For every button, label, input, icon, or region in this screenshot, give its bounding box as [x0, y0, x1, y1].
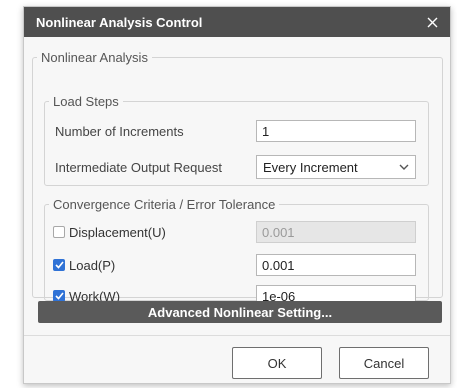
checkmark-icon — [54, 261, 64, 269]
displacement-toggle[interactable]: Displacement(U) — [53, 225, 166, 240]
checkmark-icon — [54, 292, 64, 300]
convergence-legend: Convergence Criteria / Error Tolerance — [53, 197, 276, 212]
close-button[interactable] — [414, 7, 450, 37]
nonlinear-analysis-group: Nonlinear Analysis Load Steps Number of … — [32, 50, 443, 307]
nonlinear-analysis-dialog: Nonlinear Analysis Control Nonlinear Ana… — [23, 6, 451, 384]
load-steps-group: Load Steps Number of Increments 1 Interm… — [44, 94, 429, 186]
output-request-value: Every Increment — [263, 159, 358, 175]
displacement-label: Displacement(U) — [69, 224, 166, 240]
advanced-nonlinear-setting-button[interactable]: Advanced Nonlinear Setting... — [38, 301, 442, 323]
increments-row: Number of Increments 1 — [45, 119, 428, 143]
dialog-titlebar: Nonlinear Analysis Control — [24, 7, 450, 37]
chevron-down-icon — [399, 164, 409, 170]
load-checkbox[interactable] — [53, 259, 65, 271]
output-request-select[interactable]: Every Increment — [256, 155, 416, 179]
output-request-label: Intermediate Output Request — [55, 159, 222, 175]
increments-label: Number of Increments — [55, 123, 184, 139]
load-label: Load(P) — [69, 257, 116, 273]
increments-input[interactable]: 1 — [256, 120, 416, 142]
close-icon — [427, 17, 437, 27]
displacement-row: Displacement(U) 0.001 — [45, 220, 428, 244]
output-request-row: Intermediate Output Request Every Increm… — [45, 155, 428, 179]
displacement-checkbox[interactable] — [53, 226, 65, 238]
load-steps-legend: Load Steps — [53, 94, 119, 109]
displacement-tolerance-input[interactable]: 0.001 — [256, 221, 416, 243]
footer-divider — [24, 335, 450, 336]
convergence-group: Convergence Criteria / Error Tolerance D… — [44, 197, 429, 307]
load-toggle[interactable]: Load(P) — [53, 258, 115, 273]
ok-button[interactable]: OK — [232, 347, 322, 379]
load-tolerance-input[interactable]: 0.001 — [256, 254, 416, 276]
dialog-title: Nonlinear Analysis Control — [36, 14, 203, 30]
load-row: Load(P) 0.001 — [45, 253, 428, 277]
nonlinear-analysis-legend: Nonlinear Analysis — [41, 50, 148, 65]
cancel-button[interactable]: Cancel — [339, 347, 429, 379]
